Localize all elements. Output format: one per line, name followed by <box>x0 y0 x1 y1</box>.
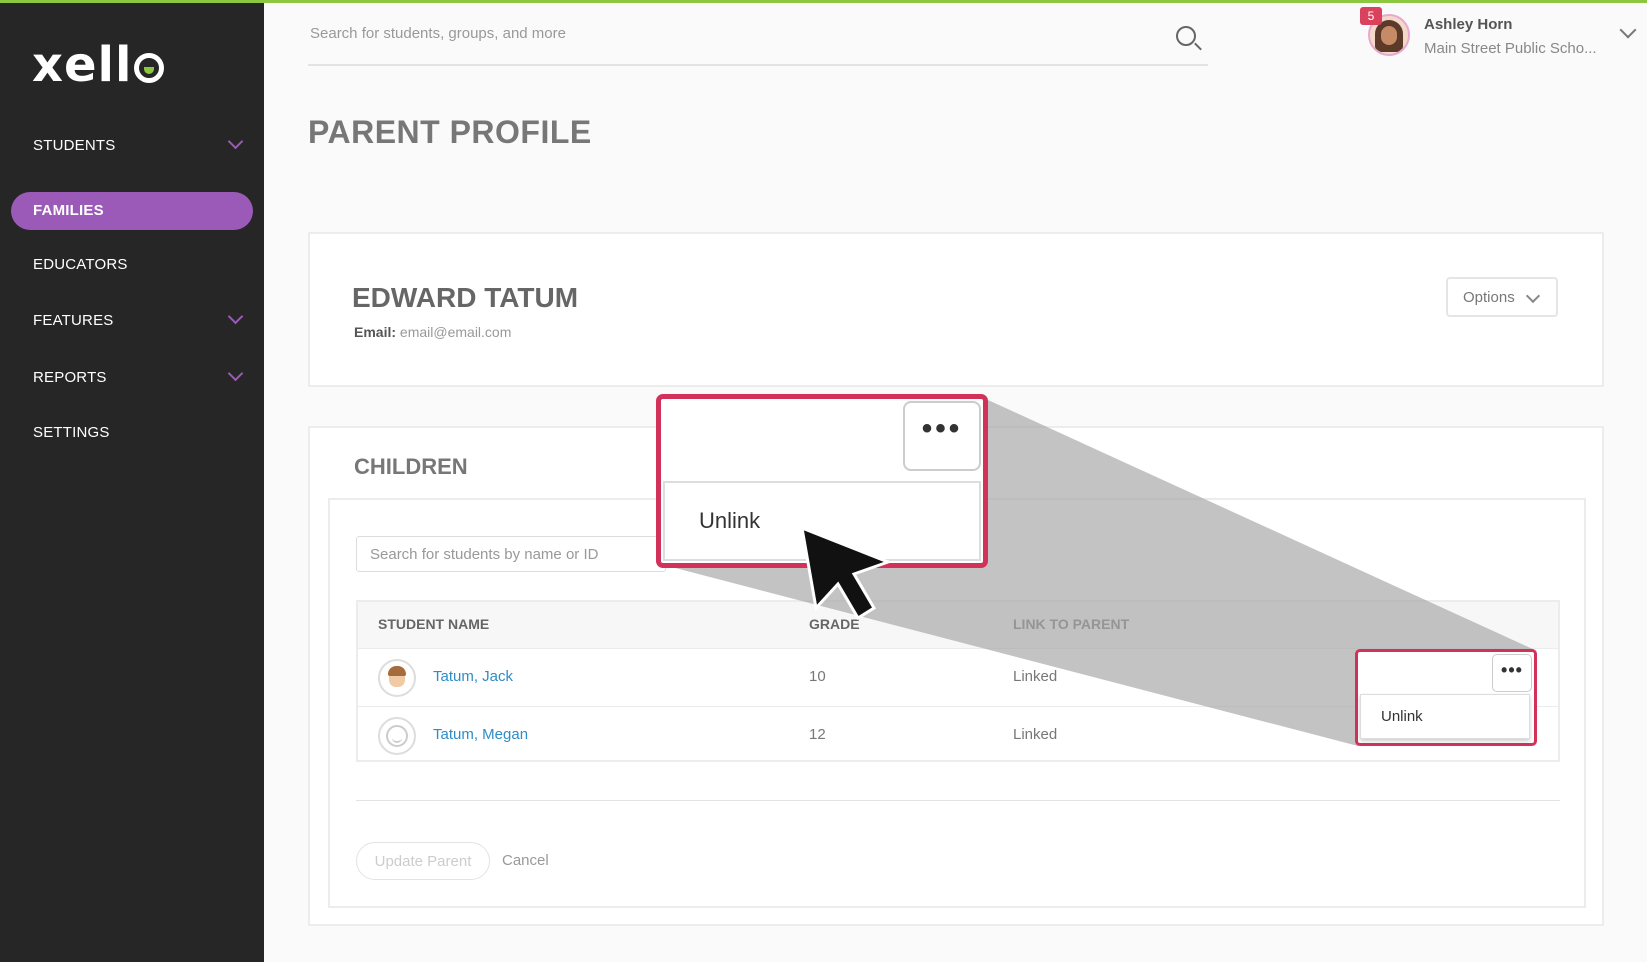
sidebar-item-families[interactable]: FAMILIES <box>11 192 253 230</box>
divider <box>356 800 1560 801</box>
student-link[interactable]: Tatum, Jack <box>433 668 513 685</box>
logo-o-icon <box>134 53 165 83</box>
search-icon[interactable] <box>1176 26 1196 46</box>
student-link[interactable]: Tatum, Megan <box>433 726 528 743</box>
global-search-input[interactable] <box>308 24 1132 43</box>
parent-profile-card: EDWARD TATUM Email: email@email.com Opti… <box>308 232 1604 387</box>
table-header: STUDENT NAME GRADE LINK TO PARENT <box>358 602 1558 649</box>
global-search <box>308 20 1208 66</box>
sidebar-item-label: REPORTS <box>33 369 107 386</box>
student-grade: 12 <box>809 726 826 743</box>
options-label: Options <box>1463 289 1515 306</box>
sidebar-item-label: STUDENTS <box>33 137 116 154</box>
page-title: PARENT PROFILE <box>308 114 592 150</box>
more-actions-button[interactable]: ••• <box>1492 654 1532 692</box>
chevron-down-icon <box>227 133 244 150</box>
sidebar-item-features[interactable]: FEATURES <box>11 302 253 340</box>
logo-text: xell <box>32 37 133 93</box>
student-grade: 10 <box>809 668 826 685</box>
sidebar-item-label: SETTINGS <box>33 424 110 441</box>
chevron-down-icon <box>227 308 244 325</box>
link-status: Linked <box>1013 668 1058 685</box>
chevron-down-icon <box>1525 288 1541 304</box>
xello-logo[interactable]: xell <box>32 41 165 89</box>
student-search-input[interactable] <box>356 536 666 572</box>
notification-badge[interactable]: 5 <box>1360 7 1382 25</box>
column-header-link-to-parent[interactable]: LINK TO PARENT <box>1013 616 1129 632</box>
sidebar-item-label: FAMILIES <box>33 202 104 219</box>
sidebar-item-settings[interactable]: SETTINGS <box>11 414 253 452</box>
options-button[interactable]: Options <box>1446 277 1558 317</box>
sidebar-item-students[interactable]: STUDENTS <box>11 127 253 165</box>
chevron-down-icon <box>227 365 244 382</box>
student-avatar <box>378 717 416 755</box>
children-title: CHILDREN <box>354 454 468 479</box>
column-header-student-name[interactable]: STUDENT NAME <box>378 616 489 632</box>
sidebar-item-label: FEATURES <box>33 312 114 329</box>
more-actions-button-zoomed[interactable]: ••• <box>903 401 981 471</box>
sidebar-item-educators[interactable]: EDUCATORS <box>11 246 253 284</box>
unlink-menu-item[interactable]: Unlink <box>1360 694 1530 739</box>
update-parent-button[interactable]: Update Parent <box>356 842 490 880</box>
user-menu[interactable]: 5 Ashley Horn Main Street Public Scho... <box>1360 7 1638 60</box>
mouse-cursor-icon <box>800 526 893 621</box>
email-label: Email <box>354 324 392 340</box>
email-colon: : <box>391 324 397 340</box>
cancel-button[interactable]: Cancel <box>502 852 549 869</box>
sidebar: xell STUDENTS FAMILIES EDUCATORS FEATURE… <box>0 3 264 962</box>
parent-name: EDWARD TATUM <box>352 282 579 313</box>
link-status: Linked <box>1013 726 1058 743</box>
user-school: Main Street Public Scho... <box>1424 40 1597 57</box>
sidebar-item-label: EDUCATORS <box>33 256 128 273</box>
parent-email: email@email.com <box>399 324 512 340</box>
student-avatar <box>378 659 416 697</box>
parent-email-row: Email: email@email.com <box>354 324 511 340</box>
row-actions-menu-small: ••• Unlink <box>1355 649 1537 746</box>
sidebar-item-reports[interactable]: REPORTS <box>11 359 253 397</box>
user-name: Ashley Horn <box>1424 16 1513 33</box>
chevron-down-icon[interactable] <box>1619 21 1637 39</box>
